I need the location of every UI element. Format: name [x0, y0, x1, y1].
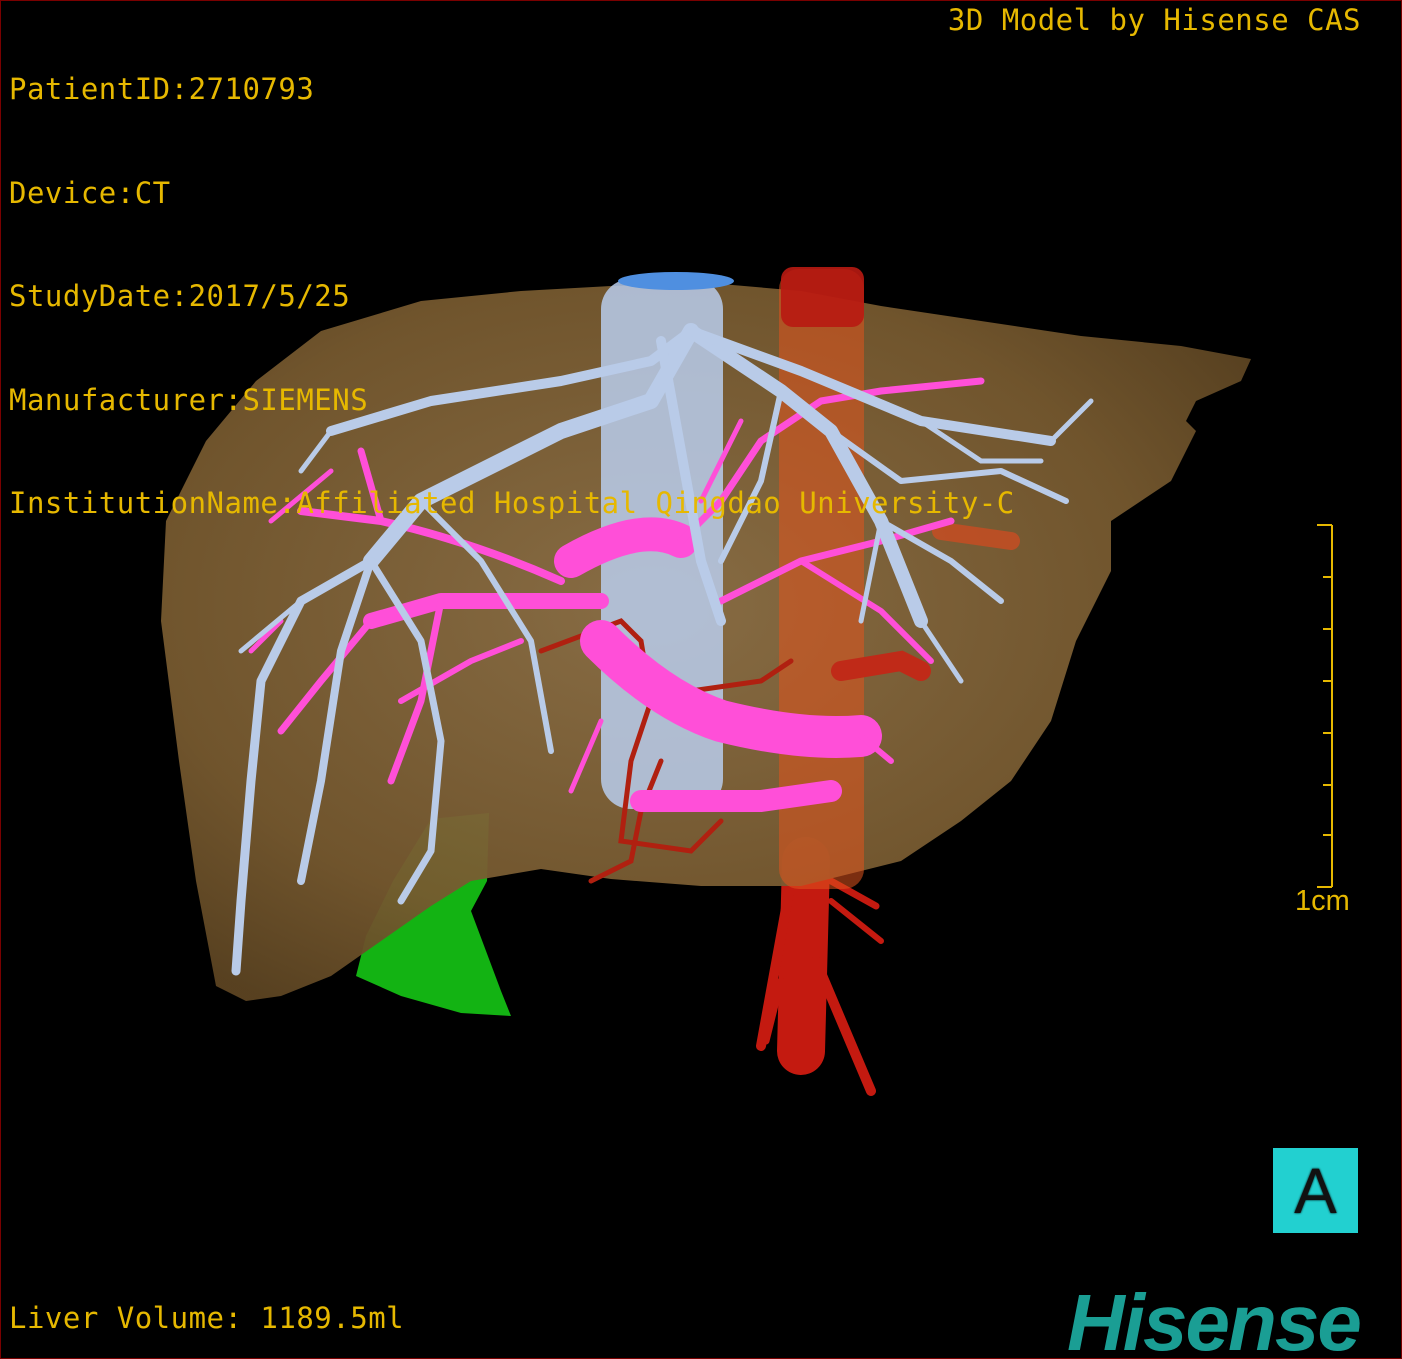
scale-bar-label: 1cm: [1295, 885, 1350, 917]
scale-bar: [1317, 524, 1333, 888]
artery-lower: [756, 837, 884, 1096]
liver-volume-text: Liver Volume: 1189.5ml: [9, 1301, 405, 1335]
institution-text: InstitutionName:Affiliated Hospital Qing…: [9, 486, 1015, 520]
orientation-cube[interactable]: A: [1273, 1148, 1358, 1233]
hisense-logo: Hisense: [1067, 1278, 1362, 1359]
dicom-info-block: PatientID:2710793 Device:CT StudyDate:20…: [9, 3, 1015, 590]
orientation-label: A: [1294, 1154, 1337, 1227]
3d-viewport[interactable]: PatientID:2710793 Device:CT StudyDate:20…: [0, 0, 1402, 1359]
device-text: Device:CT: [9, 175, 171, 210]
patient-id-text: PatientID:2710793: [9, 72, 315, 106]
model-credit-text: 3D Model by Hisense CAS: [947, 3, 1361, 37]
study-date-text: StudyDate:2017/5/25: [9, 279, 351, 313]
manufacturer-text: Manufacturer:SIEMENS: [9, 382, 369, 417]
